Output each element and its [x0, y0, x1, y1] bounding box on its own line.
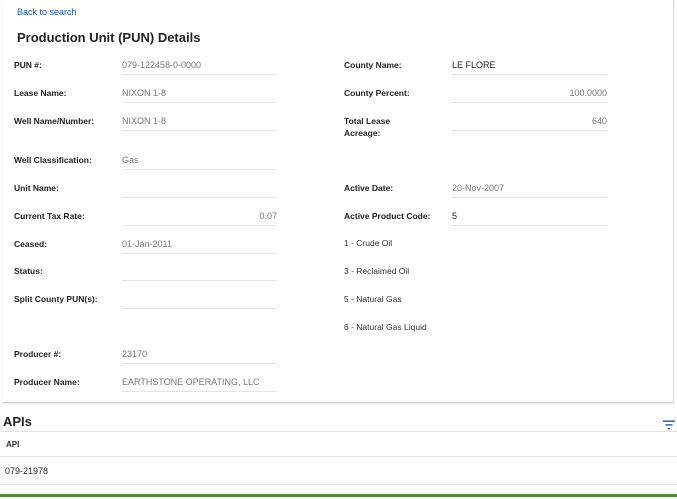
active-product-code-value: 5: [452, 206, 607, 226]
county-name-label: County Name:: [344, 60, 402, 70]
accent-bar: [0, 494, 677, 497]
producer-number-value: 23170: [122, 344, 277, 364]
split-county-pun-label: Split County PUN(s):: [14, 294, 98, 304]
lease-name-value: NIXON 1-8: [122, 83, 277, 103]
back-to-search-link[interactable]: Back to search: [17, 7, 77, 17]
ceased-label: Ceased:: [14, 239, 48, 249]
well-name-value: NIXON 1-8: [122, 111, 277, 131]
api-cell: 079-21978: [5, 466, 49, 476]
split-county-pun-value: [122, 289, 277, 309]
column-header-api[interactable]: API: [6, 440, 19, 449]
pun-number-label: PUN #:: [14, 60, 42, 70]
pun-details-card: Back to search Production Unit (PUN) Det…: [3, 0, 674, 403]
producer-name-value: EARTHSTONE OPERATING, LLC: [122, 372, 277, 392]
product-code-item: 6 - Natural Gas Liquid: [344, 322, 427, 332]
product-code-item: 5 - Natural Gas: [344, 294, 402, 304]
product-code-item: 1 - Crude Oil: [344, 238, 393, 248]
total-lease-acreage-value: 640: [452, 111, 607, 131]
apis-table-header: API: [0, 431, 677, 457]
well-name-label: Well Name/Number:: [14, 116, 95, 126]
active-date-label: Active Date:: [344, 183, 394, 193]
unit-name-value: [122, 178, 277, 198]
total-lease-acreage-label-line2: Acreage:: [344, 128, 381, 138]
status-value: [122, 261, 277, 281]
table-row[interactable]: 079-21978: [0, 457, 677, 485]
active-product-code-label: Active Product Code:: [344, 211, 431, 221]
ceased-value: 01-Jan-2011: [122, 234, 277, 254]
product-code-item: 3 - Reclaimed Oil: [344, 266, 410, 276]
producer-number-label: Producer #:: [14, 349, 62, 359]
total-lease-acreage-label-line1: Total Lease: [344, 116, 391, 126]
unit-name-label: Unit Name:: [14, 183, 59, 193]
lease-name-label: Lease Name:: [14, 88, 67, 98]
current-tax-rate-label: Current Tax Rate:: [14, 211, 85, 221]
county-percent-label: County Percent:: [344, 88, 410, 98]
status-label: Status:: [14, 266, 43, 276]
active-date-value: 20-Nov-2007: [452, 178, 607, 198]
current-tax-rate-value: 0.07: [122, 206, 277, 226]
page-title: Production Unit (PUN) Details: [17, 30, 201, 45]
producer-name-label: Producer Name:: [14, 377, 80, 387]
apis-section-title: APIs: [3, 414, 32, 429]
county-name-value: LE FLORE: [452, 55, 607, 75]
filter-icon[interactable]: [663, 417, 675, 430]
pun-number-value: 079-122458-0-0000: [122, 55, 277, 75]
county-percent-value: 100.0000: [452, 83, 607, 103]
well-classification-value: Gas: [122, 150, 277, 170]
well-classification-label: Well Classification:: [14, 155, 92, 165]
